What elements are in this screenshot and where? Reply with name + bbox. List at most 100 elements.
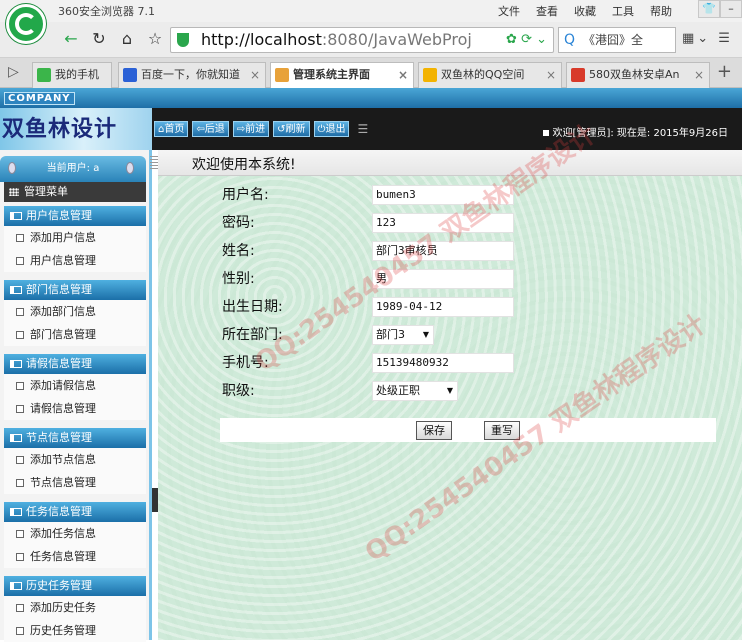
sidebar-item-add-task[interactable]: 添加任务信息: [4, 522, 146, 545]
extension-icons[interactable]: ▦⌄ ☰: [682, 31, 733, 46]
menu-favorites[interactable]: 收藏: [574, 3, 596, 19]
top-toolbar: ⌂首页 ⇦后退 ⇨前进 ↺刷新 ⏻退出 ☰: [154, 121, 368, 137]
grip-icon: [150, 156, 158, 170]
username-label: 用户名:: [222, 187, 269, 203]
group-header[interactable]: 任务信息管理: [4, 502, 146, 522]
reset-button[interactable]: 重写: [484, 421, 520, 440]
reload-icon[interactable]: ↻: [88, 28, 110, 50]
tab-baidu[interactable]: 百度一下，你就知道 ×: [118, 62, 266, 88]
main-content: 欢迎使用本系统! 用户名: bumen3 密码: 123 姓名: 部门3审核员 …: [150, 150, 742, 640]
menu-help[interactable]: 帮助: [650, 3, 672, 19]
page-title: 欢迎使用本系统!: [192, 157, 296, 173]
item-icon: [16, 382, 24, 390]
folder-icon: [10, 582, 22, 590]
sidebar-item-add-department[interactable]: 添加部门信息: [4, 300, 146, 323]
group-header[interactable]: 请假信息管理: [4, 354, 146, 374]
brand-logo: 双鱼林设计: [0, 108, 152, 150]
web-page: COMPANY 双鱼林设计 ⌂首页 ⇦后退 ⇨前进 ↺刷新 ⏻退出 ☰ 欢迎[管…: [0, 88, 742, 642]
birthday-field[interactable]: 1989-04-12: [372, 297, 514, 317]
group-header[interactable]: 用户信息管理: [4, 206, 146, 226]
group-leave: 请假信息管理 添加请假信息 请假信息管理: [4, 354, 146, 420]
username-field[interactable]: bumen3: [372, 185, 514, 205]
item-icon: [16, 331, 24, 339]
birthday-label: 出生日期:: [222, 299, 283, 315]
item-icon: [16, 530, 24, 538]
sidebar-item-add-leave[interactable]: 添加请假信息: [4, 374, 146, 397]
pin-icon: [8, 162, 16, 174]
browser-menu: 文件 查看 收藏 工具 帮助: [498, 3, 672, 19]
sidebar-item-manage-leave[interactable]: 请假信息管理: [4, 397, 146, 420]
group-node: 节点信息管理 添加节点信息 节点信息管理: [4, 428, 146, 494]
sidebar-item-add-node[interactable]: 添加节点信息: [4, 448, 146, 471]
logout-button[interactable]: ⏻退出: [313, 121, 350, 137]
group-department: 部门信息管理 添加部门信息 部门信息管理: [4, 280, 146, 346]
search-input[interactable]: Q 《港囧》全: [558, 27, 676, 53]
password-label: 密码:: [222, 215, 255, 231]
back-arrow-icon[interactable]: ←: [60, 28, 82, 50]
phone-field[interactable]: 15139480932: [372, 353, 514, 373]
menu-title: 管理菜单: [4, 182, 146, 202]
group-header[interactable]: 历史任务管理: [4, 576, 146, 596]
phone-icon: [37, 68, 51, 82]
sidebar-item-manage-department[interactable]: 部门信息管理: [4, 323, 146, 346]
sidebar-item-add-user[interactable]: 添加用户信息: [4, 226, 146, 249]
browser-titlebar: 360安全浏览器 7.1 文件 查看 收藏 工具 帮助 👕 –: [0, 0, 742, 44]
address-bar[interactable]: http://localhost:8080/JavaWebProject/lo …: [170, 27, 554, 53]
name-field[interactable]: 部门3审核员: [372, 241, 514, 261]
tab-qq-space[interactable]: 双鱼林的QQ空间 ×: [418, 62, 562, 88]
url-action-icons[interactable]: ✿ ⟳ ⌄: [506, 32, 547, 47]
home-button[interactable]: ⌂首页: [154, 121, 189, 137]
forward-button[interactable]: ⇨前进: [232, 121, 270, 137]
item-icon: [16, 234, 24, 242]
sidebar-item-manage-node[interactable]: 节点信息管理: [4, 471, 146, 494]
back-button[interactable]: ⇦后退: [192, 121, 229, 137]
save-button[interactable]: 保存: [416, 421, 452, 440]
sidebar-item-manage-history[interactable]: 历史任务管理: [4, 619, 146, 642]
shirt-icon[interactable]: 👕: [698, 0, 720, 18]
star-tab-icon: [423, 68, 437, 82]
close-tab-icon[interactable]: ×: [398, 63, 408, 87]
tab-my-phone[interactable]: 我的手机: [32, 62, 112, 88]
pin-icon: [126, 162, 134, 174]
job-level-select[interactable]: 处级正职 ▼: [372, 381, 458, 401]
company-strip: COMPANY: [0, 88, 742, 108]
company-logo: COMPANY: [4, 92, 75, 105]
chevron-down-icon: ▼: [422, 330, 429, 339]
minimize-button[interactable]: –: [720, 0, 742, 18]
square-icon: [542, 130, 549, 136]
group-header[interactable]: 节点信息管理: [4, 428, 146, 448]
job-level-label: 职级:: [222, 383, 255, 399]
gender-field[interactable]: 男: [372, 269, 514, 289]
password-field[interactable]: 123: [372, 213, 514, 233]
close-tab-icon[interactable]: ×: [546, 63, 556, 87]
tab-bar: ▷ 我的手机 百度一下，你就知道 × 管理系统主界面 × 双鱼林的QQ空间 × …: [0, 58, 742, 88]
star-icon[interactable]: ☆: [144, 28, 166, 50]
browser-logo-icon[interactable]: [6, 4, 46, 44]
page-icon: [571, 68, 585, 82]
menu-icon[interactable]: ☰: [357, 121, 368, 137]
department-select[interactable]: 部门3 ▼: [372, 325, 434, 345]
menu-tools[interactable]: 工具: [612, 3, 634, 19]
item-icon: [16, 479, 24, 487]
sidebar-item-manage-task[interactable]: 任务信息管理: [4, 545, 146, 568]
sidebar-item-manage-user[interactable]: 用户信息管理: [4, 249, 146, 272]
menu-view[interactable]: 查看: [536, 3, 558, 19]
grid-icon: [9, 188, 19, 196]
folder-icon: [10, 360, 22, 368]
folder-icon: [10, 212, 22, 220]
close-tab-icon[interactable]: ×: [694, 63, 704, 87]
sidebar-item-add-history[interactable]: 添加历史任务: [4, 596, 146, 619]
window-controls: 👕 –: [698, 0, 742, 18]
close-tab-icon[interactable]: ×: [250, 63, 260, 87]
home-icon[interactable]: ⌂: [116, 28, 138, 50]
group-user: 用户信息管理 添加用户信息 用户信息管理: [4, 206, 146, 272]
url-text[interactable]: http://localhost:8080/JavaWebProject/lo: [201, 30, 471, 49]
item-icon: [16, 308, 24, 316]
refresh-button[interactable]: ↺刷新: [273, 121, 310, 137]
sidebar-toggle-icon[interactable]: ▷: [8, 64, 19, 80]
tab-android[interactable]: 580双鱼林安卓An ×: [566, 62, 710, 88]
new-tab-icon[interactable]: +: [717, 61, 732, 82]
tab-admin-main[interactable]: 管理系统主界面 ×: [270, 62, 414, 88]
menu-file[interactable]: 文件: [498, 3, 520, 19]
group-header[interactable]: 部门信息管理: [4, 280, 146, 300]
